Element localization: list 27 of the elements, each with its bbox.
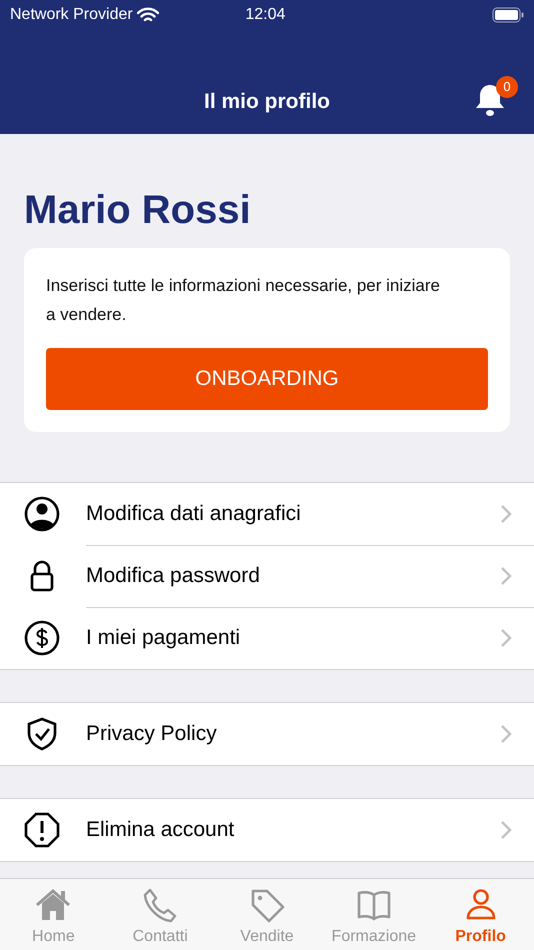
onboarding-button[interactable]: ONBOARDING <box>46 348 488 410</box>
dollar-circle-icon <box>22 618 62 658</box>
chevron-right-icon <box>500 820 512 840</box>
person-circle-icon <box>22 494 62 534</box>
user-name: Mario Rossi <box>24 190 252 230</box>
menu-item[interactable]: I miei pagamenti <box>0 606 534 669</box>
tab-item[interactable]: Home <box>0 879 107 950</box>
notification-badge: 0 <box>496 76 518 98</box>
onboarding-text: Inserisci tutte le informazioni necessarie, per iniziare a vendere. <box>46 275 442 326</box>
menu-item[interactable]: Modifica dati anagrafici <box>0 482 534 545</box>
menu-item[interactable]: Privacy Policy <box>0 702 534 765</box>
page-title: Il mio profilo <box>204 90 330 113</box>
warning-octagon-icon <box>22 810 62 850</box>
tab-item[interactable]: Formazione <box>320 879 428 950</box>
battery-icon <box>492 7 524 23</box>
menu-item[interactable]: Elimina account <box>0 798 534 861</box>
tab-item[interactable]: Profilo <box>427 879 534 950</box>
tab-item[interactable]: Vendite <box>214 879 320 950</box>
chevron-right-icon <box>500 504 512 524</box>
wifi-icon <box>136 7 159 23</box>
chevron-right-icon <box>500 628 512 648</box>
chevron-right-icon <box>500 724 512 744</box>
menu-item[interactable]: Modifica password <box>0 544 534 607</box>
chevron-right-icon <box>500 566 512 586</box>
clock-time: 12:04 <box>245 6 286 23</box>
carrier-name: Network Provider <box>10 5 133 25</box>
tab-item[interactable]: Contatti <box>106 879 214 950</box>
